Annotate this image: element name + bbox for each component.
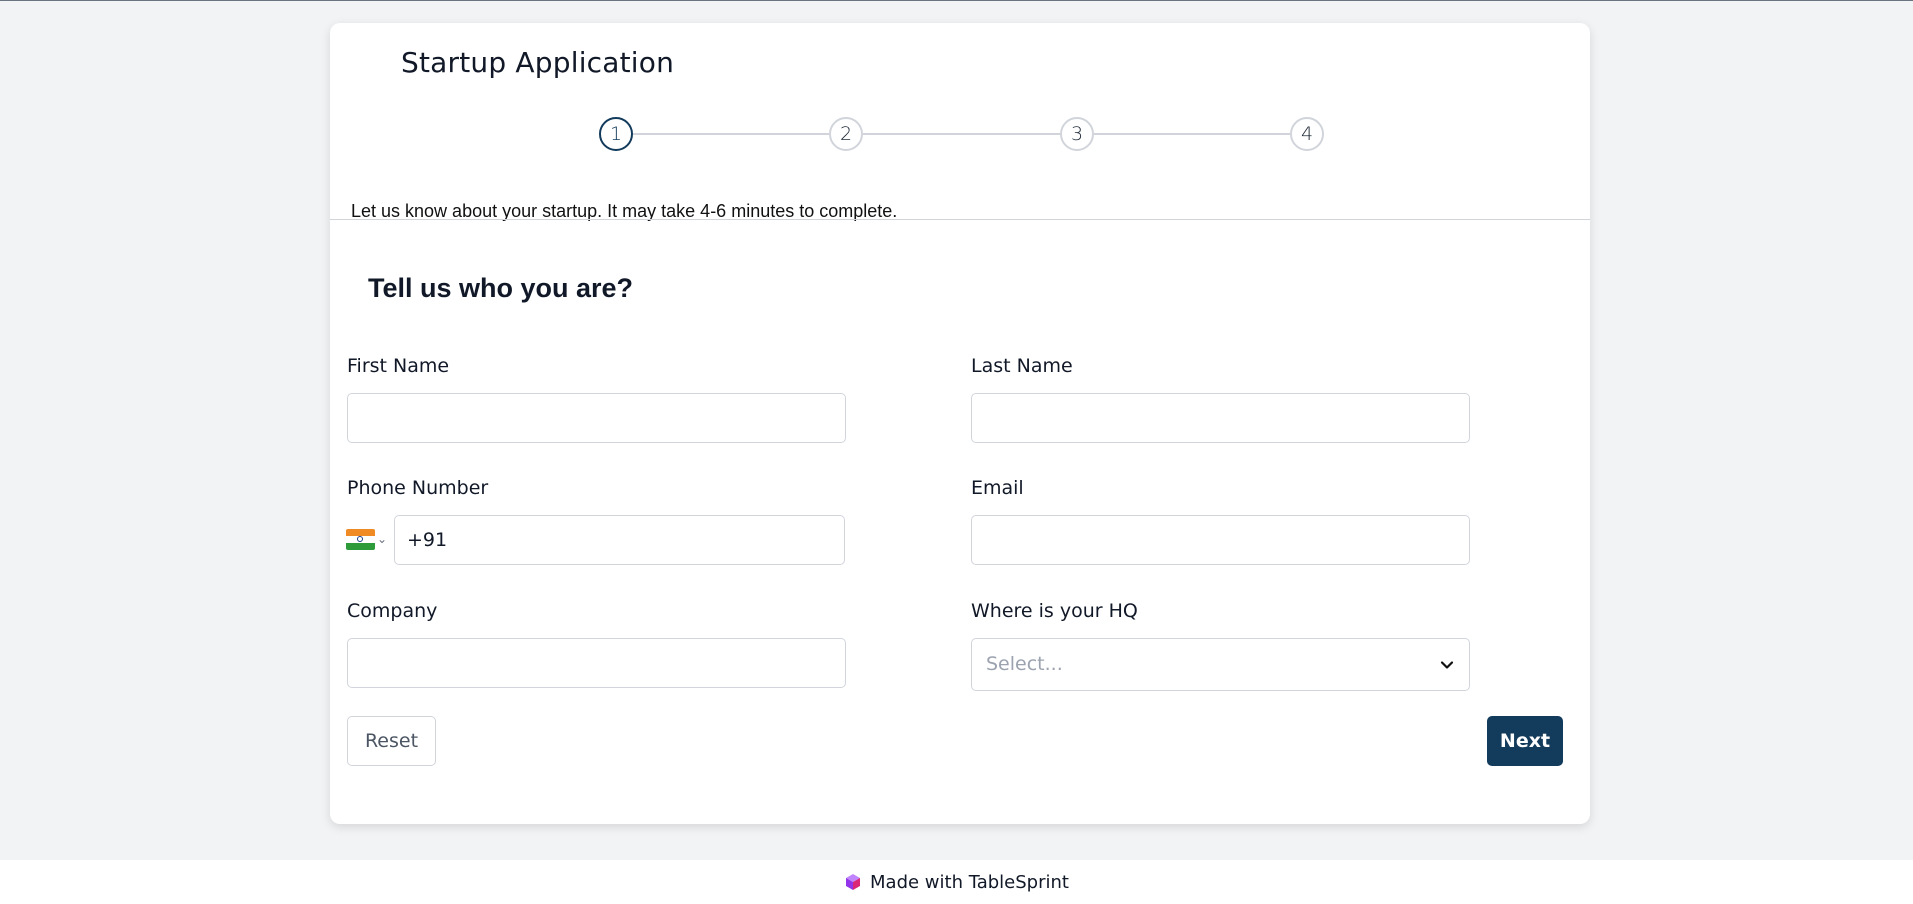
chevron-down-icon[interactable]: ⌄ — [377, 532, 387, 546]
email-input[interactable] — [971, 515, 1470, 565]
india-flag-icon[interactable] — [346, 529, 375, 550]
footer: Made with TableSprint — [0, 860, 1913, 904]
divider — [330, 219, 1590, 220]
chevron-down-icon — [1440, 661, 1454, 669]
stepper-connector — [1094, 133, 1290, 135]
step-1[interactable]: 1 — [599, 117, 633, 151]
stepper-connector — [863, 133, 1060, 135]
email-label: Email — [971, 477, 1024, 499]
first-name-label: First Name — [347, 355, 450, 377]
reset-button[interactable]: Reset — [347, 716, 436, 766]
phone-label: Phone Number — [347, 477, 489, 499]
page-title: Startup Application — [401, 46, 675, 79]
hq-select[interactable]: Select... — [971, 638, 1470, 691]
last-name-input[interactable] — [971, 393, 1470, 443]
hq-label: Where is your HQ — [971, 600, 1138, 622]
phone-input[interactable] — [394, 515, 845, 565]
first-name-input[interactable] — [347, 393, 846, 443]
step-4[interactable]: 4 — [1290, 117, 1324, 151]
tablesprint-logo-icon — [846, 874, 861, 890]
stepper-connector — [633, 133, 829, 135]
top-border — [0, 0, 1913, 1]
company-label: Company — [347, 600, 438, 622]
next-button[interactable]: Next — [1487, 716, 1563, 766]
hq-select-placeholder: Select... — [986, 653, 1063, 675]
application-card: Startup Application 1 2 3 4 Let us know … — [330, 23, 1590, 824]
company-input[interactable] — [347, 638, 846, 688]
stepper: 1 2 3 4 — [599, 117, 1324, 151]
footer-text[interactable]: Made with TableSprint — [870, 872, 1069, 893]
step-3[interactable]: 3 — [1060, 117, 1094, 151]
section-title: Tell us who you are? — [368, 273, 634, 303]
last-name-label: Last Name — [971, 355, 1073, 377]
step-2[interactable]: 2 — [829, 117, 863, 151]
